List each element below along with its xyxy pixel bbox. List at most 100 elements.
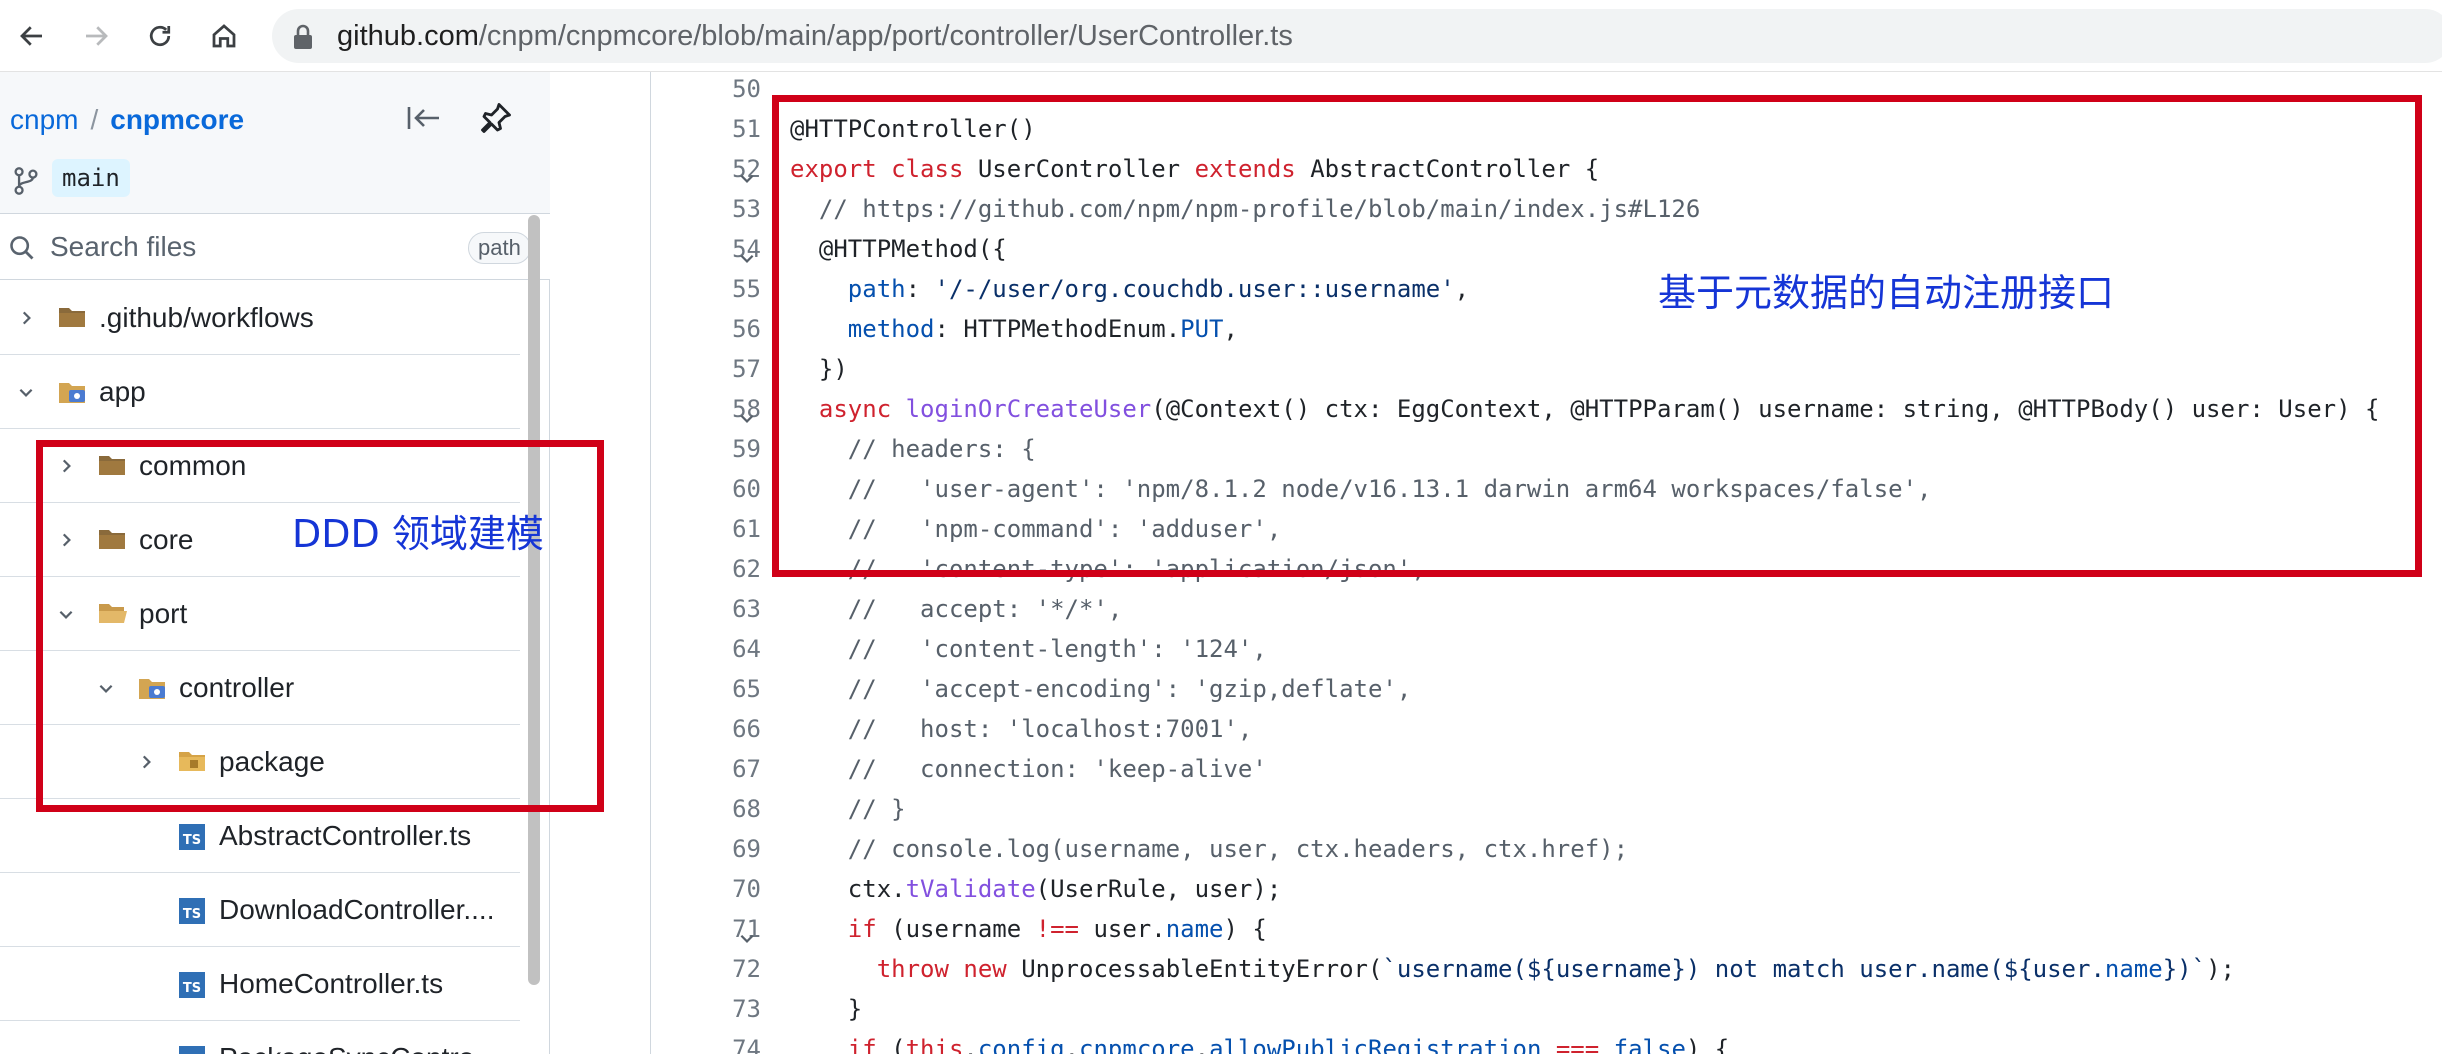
line-number[interactable]: 73 xyxy=(681,989,761,1029)
metadata-annotation: 基于元数据的自动注册接口 xyxy=(1658,271,2115,315)
tree-item-label: PackageSyncContro... xyxy=(219,1039,498,1054)
svg-text:TS: TS xyxy=(183,833,201,848)
code-token: })` xyxy=(2162,955,2207,983)
code-token: cnpmcore xyxy=(1079,1035,1195,1054)
line-number[interactable]: 59 xyxy=(681,429,761,469)
metadata-highlight-box xyxy=(772,95,2422,577)
code-token: ctx. xyxy=(790,875,906,903)
code-line: 71 if (username !== user.name) { xyxy=(651,909,2442,949)
search-files-input[interactable] xyxy=(50,224,450,270)
code-text: // console.log(username, user, ctx.heade… xyxy=(790,829,1628,869)
code-line: 72 throw new UnprocessableEntityError(`u… xyxy=(651,949,2442,989)
address-bar-url[interactable]: github.com/cnpm/cnpmcore/blob/main/app/p… xyxy=(337,18,1293,54)
code-token: ) { xyxy=(1685,1035,1730,1054)
breadcrumb-separator: / xyxy=(90,104,99,135)
collapse-sidebar-icon[interactable] xyxy=(402,96,446,140)
line-number[interactable]: 50 xyxy=(681,69,761,109)
back-arrow-icon[interactable] xyxy=(12,16,52,56)
code-token: user. xyxy=(1093,915,1166,943)
line-number[interactable]: 65 xyxy=(681,669,761,709)
code-token: false xyxy=(1613,1035,1686,1054)
repo-owner-link[interactable]: cnpm xyxy=(10,104,78,135)
typescript-file-icon: TS xyxy=(178,1045,208,1054)
url-host: github.com xyxy=(337,20,479,52)
line-number[interactable]: 63 xyxy=(681,589,761,629)
tree-item-github-workflows[interactable]: .github/workflows xyxy=(0,281,520,355)
reload-icon[interactable] xyxy=(140,16,180,56)
code-line: 65 // 'accept-encoding': 'gzip,deflate', xyxy=(651,669,2442,709)
lock-icon[interactable] xyxy=(292,24,314,55)
sidebar-header: cnpm / cnpmcore main xyxy=(0,72,550,214)
code-text: // host: 'localhost:7001', xyxy=(790,709,1253,749)
line-number[interactable]: 68 xyxy=(681,789,761,829)
code-line: 68 // } xyxy=(651,789,2442,829)
line-number[interactable]: 70 xyxy=(681,869,761,909)
code-token: name xyxy=(2104,955,2163,983)
tree-item-packagesynccontro[interactable]: TS PackageSyncContro... xyxy=(0,1021,520,1054)
code-token: // console.log(username, user, ctx.heade… xyxy=(790,835,1629,863)
chevron-down-icon[interactable] xyxy=(12,378,40,406)
code-text: ctx.tValidate(UserRule, user); xyxy=(790,869,1281,909)
code-token: . xyxy=(1064,1035,1080,1054)
svg-text:TS: TS xyxy=(183,907,201,922)
code-text: throw new UnprocessableEntityError(`user… xyxy=(790,949,2235,989)
line-number[interactable]: 66 xyxy=(681,709,761,749)
ddd-annotation: DDD 领域建模 xyxy=(292,512,544,556)
line-number[interactable]: 64 xyxy=(681,629,761,669)
line-number[interactable]: 62 xyxy=(681,549,761,589)
url-path: /cnpm/cnpmcore/blob/main/app/port/contro… xyxy=(478,20,1293,52)
home-icon[interactable] xyxy=(204,16,244,56)
code-text: } xyxy=(790,989,862,1029)
tree-item-label: HomeController.ts xyxy=(219,968,444,999)
fold-chevron-icon[interactable] xyxy=(738,1039,756,1054)
line-number[interactable]: 53 xyxy=(681,189,761,229)
code-token: allowPublicRegistration xyxy=(1209,1035,1556,1054)
code-token: tValidate xyxy=(905,875,1036,903)
line-number[interactable]: 72 xyxy=(681,949,761,989)
code-line: 74 if (this.config.cnpmcore.allowPublicR… xyxy=(651,1029,2442,1054)
line-number[interactable]: 61 xyxy=(681,509,761,549)
code-line: 70 ctx.tValidate(UserRule, user); xyxy=(651,869,2442,909)
forward-arrow-icon[interactable] xyxy=(76,16,116,56)
code-token: === xyxy=(1555,1035,1614,1054)
line-number[interactable]: 55 xyxy=(681,269,761,309)
code-line: 67 // connection: 'keep-alive' xyxy=(651,749,2442,789)
chevron-right-icon[interactable] xyxy=(12,304,40,332)
branch-selector[interactable]: main xyxy=(52,159,130,197)
code-text: // 'accept-encoding': 'gzip,deflate', xyxy=(790,669,1412,709)
tree-item-label: app xyxy=(99,376,146,407)
code-token: !== xyxy=(1035,915,1094,943)
svg-text:TS: TS xyxy=(183,981,201,996)
line-number[interactable]: 69 xyxy=(681,829,761,869)
tree-item-homecontroller-ts[interactable]: TS HomeController.ts xyxy=(0,947,520,1021)
pin-icon[interactable] xyxy=(474,96,518,140)
line-number[interactable]: 51 xyxy=(681,109,761,149)
code-text: if (username !== user.name) { xyxy=(790,909,1267,949)
code-token: // host: 'localhost:7001', xyxy=(790,715,1253,743)
line-number[interactable]: 56 xyxy=(681,309,761,349)
code-token: . xyxy=(1194,1035,1210,1054)
code-line: 63 // accept: '*/*', xyxy=(651,589,2442,629)
code-token: // accept: '*/*', xyxy=(790,595,1123,623)
code-token: (UserRule, user); xyxy=(1035,875,1282,903)
tree-item-downloadcontroller[interactable]: TS DownloadController.... xyxy=(0,873,520,947)
line-number[interactable]: 60 xyxy=(681,469,761,509)
code-token: (username xyxy=(891,915,1036,943)
folder-icon xyxy=(58,305,88,331)
code-text: // connection: 'keep-alive' xyxy=(790,749,1267,789)
code-token: ) { xyxy=(1223,915,1267,943)
screenshot-root: github.com/cnpm/cnpmcore/blob/main/app/p… xyxy=(0,0,2442,1054)
repo-name-link[interactable]: cnpmcore xyxy=(110,104,244,135)
path-filter-badge[interactable]: path xyxy=(468,232,531,264)
line-number[interactable]: 67 xyxy=(681,749,761,789)
code-token: // 'accept-encoding': 'gzip,deflate', xyxy=(790,675,1412,703)
line-number[interactable]: 57 xyxy=(681,349,761,389)
typescript-file-icon: TS xyxy=(178,823,208,850)
code-line: 64 // 'content-length': '124', xyxy=(651,629,2442,669)
code-text: // } xyxy=(790,789,906,829)
tree-item-app[interactable]: app xyxy=(0,355,520,429)
repo-breadcrumb: cnpm / cnpmcore xyxy=(10,102,244,138)
file-search-row: path xyxy=(0,214,550,280)
